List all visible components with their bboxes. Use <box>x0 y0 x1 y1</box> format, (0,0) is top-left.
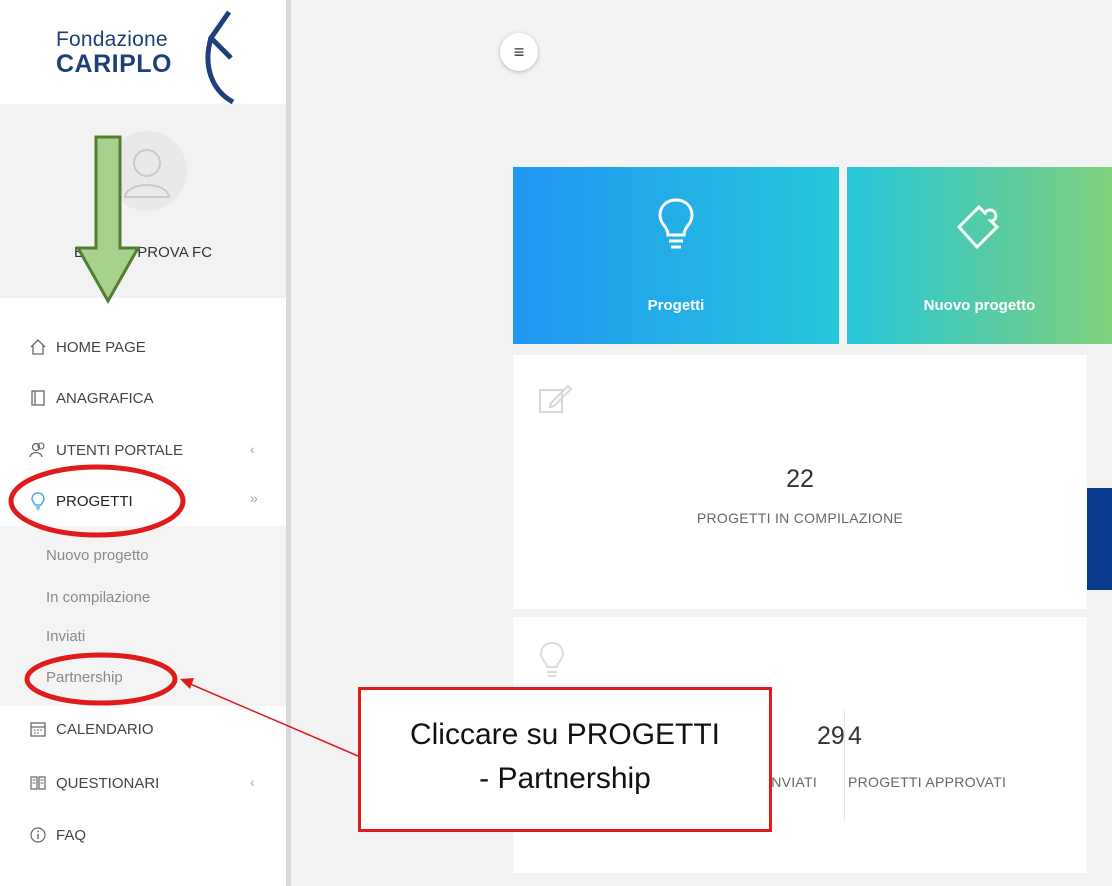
submenu-item-inviati[interactable]: Inviati <box>46 628 85 645</box>
submenu-item-partnership[interactable]: Partnership <box>46 669 123 686</box>
sidebar-item-label: UTENTI PORTALE <box>56 441 183 459</box>
lightbulb-icon <box>539 641 565 677</box>
stat-value: 29 <box>817 722 845 750</box>
tile-label: Nuovo progetto <box>923 297 1036 314</box>
logo-mark-icon <box>205 10 235 105</box>
sidebar-item-questionari[interactable]: QUESTIONARI <box>28 768 159 798</box>
edit-icon <box>539 384 573 413</box>
sidebar-item-utenti[interactable]: UTENTI PORTALE <box>28 435 183 465</box>
stat-value: 4 <box>848 722 862 750</box>
logo[interactable]: Fondazione CARIPLO <box>56 10 246 105</box>
sidebar-item-label: QUESTIONARI <box>56 774 160 792</box>
logo-text-line2: CARIPLO <box>56 50 172 78</box>
sidebar-item-anagrafica[interactable]: ANAGRAFICA <box>28 383 154 413</box>
sidebar-item-progetti[interactable]: PROGETTI <box>28 486 133 516</box>
sidebar-item-home[interactable]: HOME PAGE <box>28 332 146 362</box>
sidebar-item-faq[interactable]: FAQ <box>28 820 86 850</box>
sidebar-item-calendario[interactable]: CALENDARIO <box>28 714 154 744</box>
tile-nuovo-progetto[interactable]: Nuovo progetto <box>847 167 1112 344</box>
home-icon <box>28 337 48 357</box>
side-panel-edge <box>1087 488 1112 590</box>
calendar-icon <box>28 719 48 739</box>
user-name: ENTE DI PROVA FC <box>73 244 213 261</box>
logo-text-line1: Fondazione <box>56 28 168 51</box>
lightbulb-icon <box>658 198 694 249</box>
book-icon <box>28 388 48 408</box>
submenu-item-nuovo[interactable]: Nuovo progetto <box>46 547 149 564</box>
chevron-left-icon[interactable]: ‹ <box>250 774 255 790</box>
annotation-line1: Cliccare su PROGETTI <box>409 718 721 751</box>
stat-label: PROGETTI APPROVATI <box>848 774 1007 790</box>
user-icon <box>123 149 171 198</box>
chevron-left-icon[interactable]: ‹ <box>250 441 255 457</box>
info-icon <box>28 825 48 845</box>
stat-value: 22 <box>786 465 814 493</box>
tile-progetti[interactable]: Progetti <box>513 167 839 344</box>
avatar[interactable] <box>107 131 187 211</box>
open-book-icon <box>28 773 48 793</box>
user-panel: ENTE DI PROVA FC <box>0 104 286 298</box>
sidebar-item-label: CALENDARIO <box>56 720 154 738</box>
sidebar: Fondazione CARIPLO ENTE DI PROVA FC HOME… <box>0 0 286 886</box>
submenu-item-in-compilazione[interactable]: In compilazione <box>46 589 150 606</box>
sidebar-item-label: HOME PAGE <box>56 338 146 356</box>
users-icon <box>28 440 48 460</box>
stat-label: INVIATI <box>767 774 818 790</box>
annotation-line2: - Partnership <box>479 762 651 795</box>
lightbulb-icon <box>28 491 48 511</box>
sidebar-item-label: FAQ <box>56 826 87 844</box>
chevron-double-down-icon[interactable]: » <box>250 490 258 506</box>
sidebar-item-label: ANAGRAFICA <box>56 389 154 407</box>
tile-label: Progetti <box>647 297 705 314</box>
card-in-compilazione[interactable]: 22 PROGETTI IN COMPILAZIONE <box>513 355 1087 609</box>
menu-toggle-button[interactable]: ≡ <box>500 33 538 71</box>
sidebar-item-label: PROGETTI <box>56 492 133 510</box>
annotation-callout: Cliccare su PROGETTI - Partnership <box>358 687 772 832</box>
puzzle-icon <box>956 204 999 250</box>
stat-label: PROGETTI IN COMPILAZIONE <box>696 510 904 526</box>
